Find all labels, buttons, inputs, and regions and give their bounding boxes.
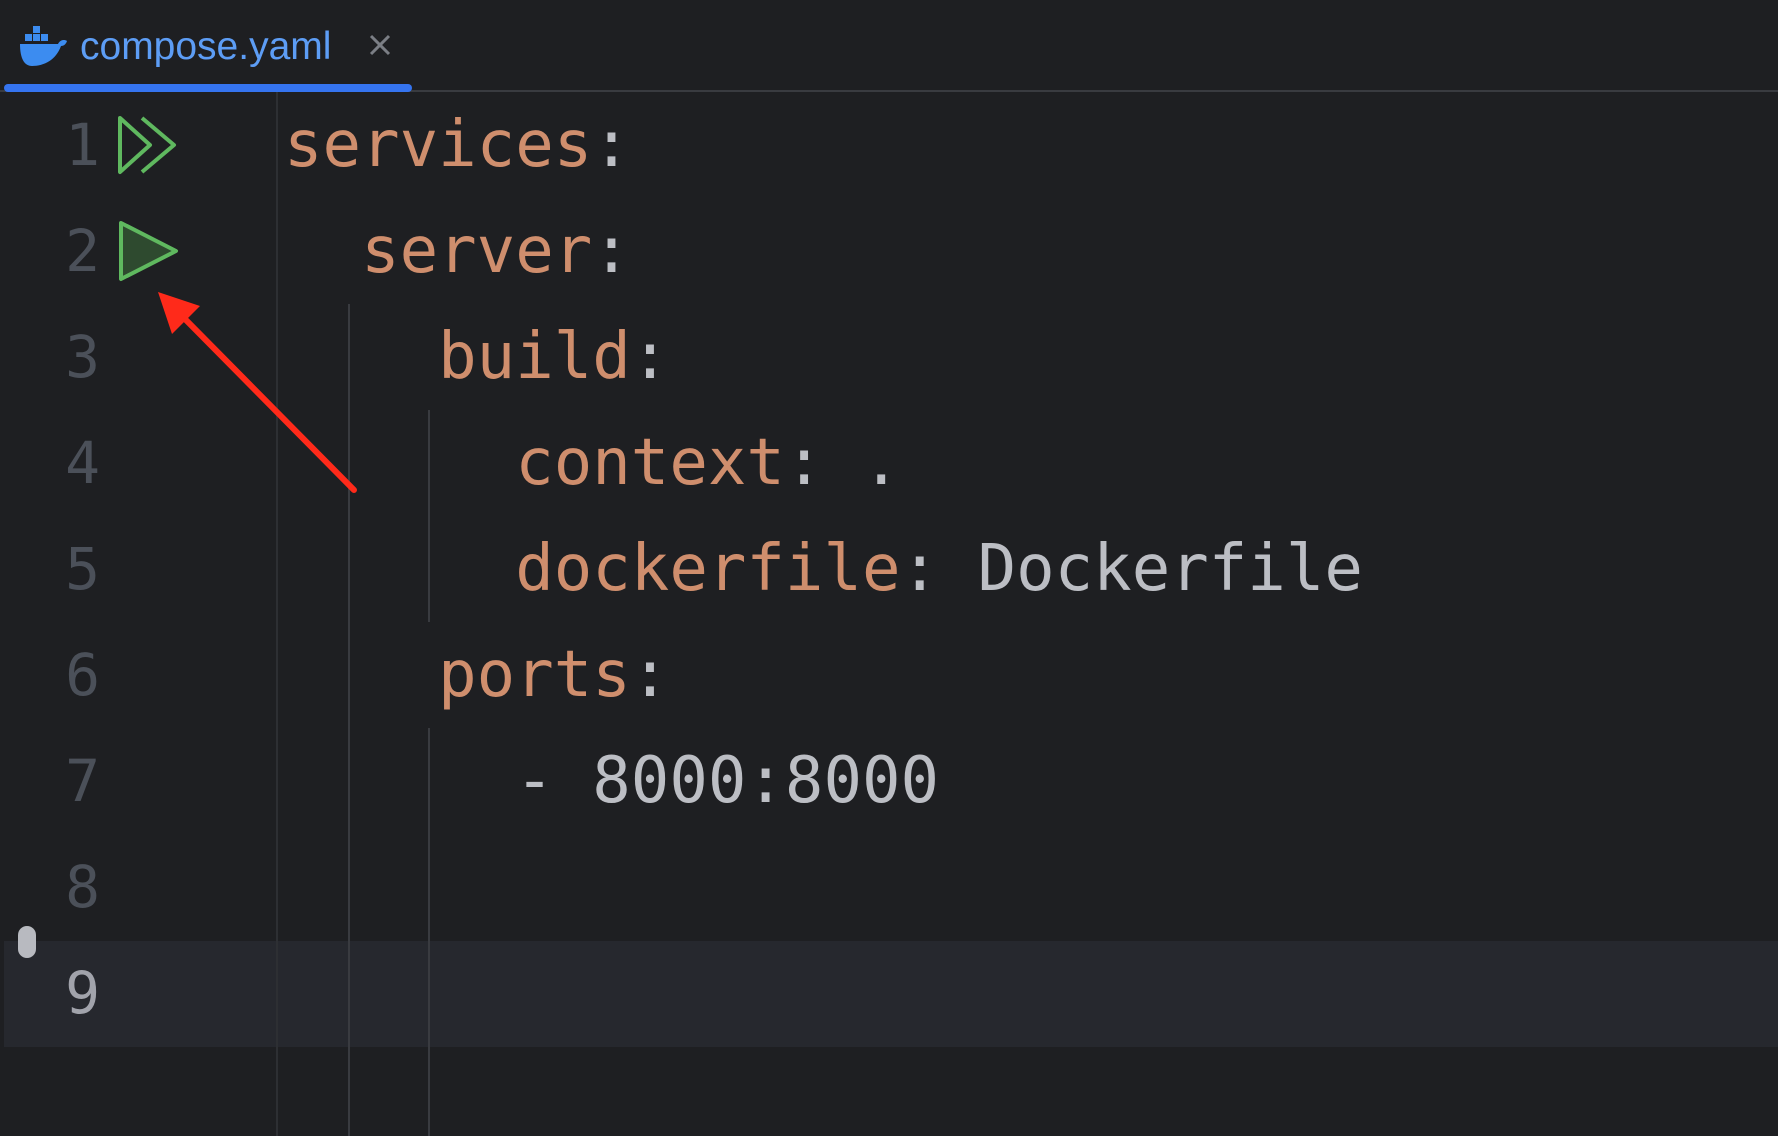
line-number: 4	[65, 429, 100, 497]
yaml-colon: :	[630, 320, 670, 394]
yaml-list-item: - 8000:8000	[515, 744, 940, 818]
run-service-icon[interactable]	[116, 218, 182, 284]
tab-label: compose.yaml	[80, 25, 332, 68]
code-line: context: .	[284, 410, 901, 516]
yaml-colon: :	[784, 426, 824, 500]
active-tab-indicator	[4, 84, 412, 92]
line-number: 8	[65, 853, 100, 921]
yaml-colon: :	[592, 214, 631, 288]
yaml-key: services	[284, 108, 593, 182]
scroll-marker	[18, 926, 36, 958]
gutter-divider	[276, 92, 278, 1136]
code-line: ports:	[284, 622, 669, 728]
yaml-colon: :	[592, 108, 631, 182]
line-number: 7	[65, 747, 100, 815]
yaml-value: .	[823, 426, 901, 500]
yaml-colon: :	[630, 638, 670, 712]
code-line: build:	[284, 304, 669, 410]
line-number: 6	[65, 641, 100, 709]
code-line: services:	[284, 92, 631, 198]
tab-compose-yaml[interactable]: compose.yaml	[4, 0, 412, 92]
yaml-key: server	[361, 214, 593, 288]
code-editor[interactable]: 1 services: 2 server: 3 build: 4 context…	[0, 92, 1778, 1136]
code-line: server:	[284, 198, 631, 304]
yaml-key: dockerfile	[515, 532, 901, 606]
editor-tab-bar: compose.yaml	[0, 0, 1778, 92]
run-all-icon[interactable]	[116, 112, 182, 178]
yaml-value: Dockerfile	[939, 532, 1363, 606]
line-number-current: 9	[65, 959, 100, 1027]
line-number: 3	[65, 323, 100, 391]
yaml-colon: :	[900, 532, 940, 606]
yaml-key: ports	[438, 638, 631, 712]
close-icon[interactable]	[363, 28, 397, 62]
yaml-key: context	[515, 426, 785, 500]
current-line-highlight	[4, 941, 1778, 1047]
yaml-key: build	[438, 320, 631, 394]
docker-icon	[20, 26, 67, 66]
line-number: 2	[65, 217, 100, 285]
code-line: - 8000:8000	[284, 728, 939, 834]
code-line: dockerfile: Dockerfile	[284, 516, 1363, 622]
ide-editor-window: compose.yaml 1 services: 2 server: 3 bui…	[0, 0, 1778, 1136]
line-number: 1	[65, 111, 100, 179]
line-number: 5	[65, 535, 100, 603]
